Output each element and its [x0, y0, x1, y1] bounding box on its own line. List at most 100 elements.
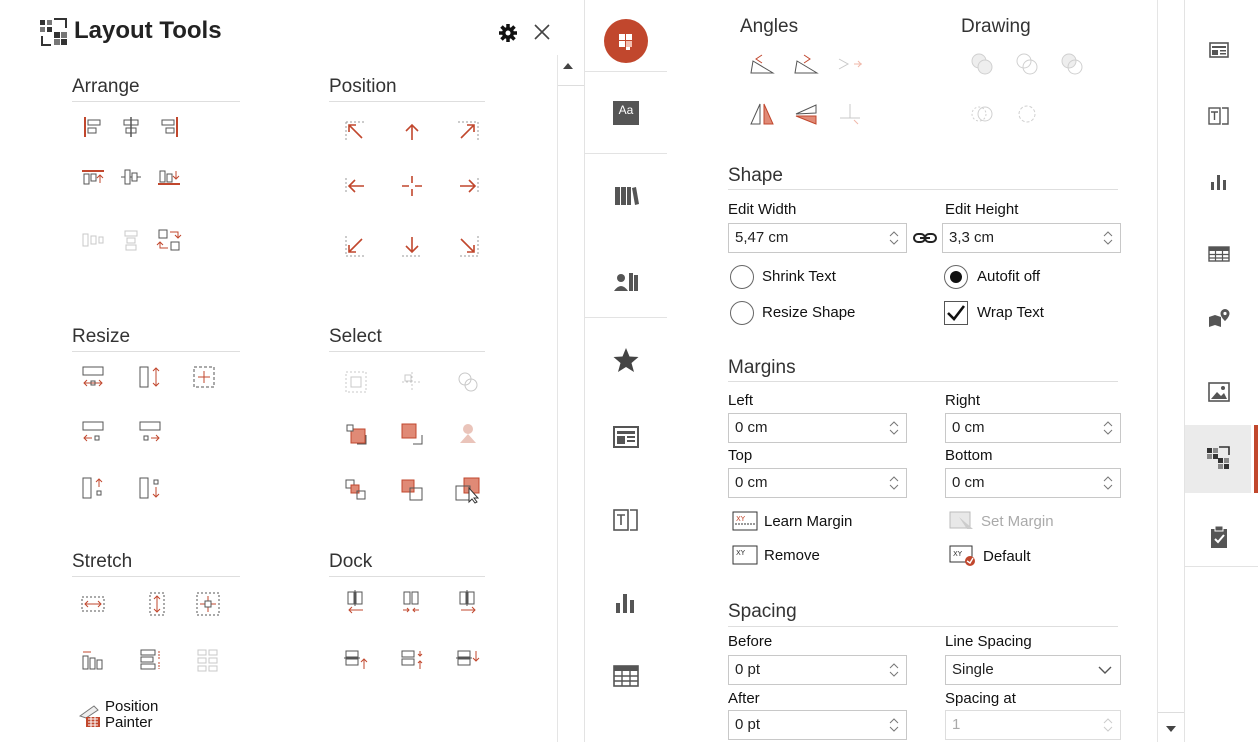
- dock-right-icon[interactable]: [454, 588, 482, 616]
- select-larger-icon[interactable]: [398, 420, 426, 448]
- margin-top-field[interactable]: 0 cm: [728, 468, 907, 498]
- position-painter-icon[interactable]: [76, 700, 104, 728]
- scrollbar[interactable]: [557, 55, 584, 742]
- align-right-icon[interactable]: [155, 113, 183, 141]
- sidebar-item-slide-layout[interactable]: [585, 396, 667, 478]
- flip-horizontal-icon[interactable]: [748, 100, 776, 128]
- resize-width-left-icon[interactable]: [79, 418, 107, 446]
- right-sidebar-item-clipboard[interactable]: [1187, 505, 1251, 569]
- sidebar-item-tables[interactable]: [585, 635, 667, 717]
- remove-margin-label: Remove: [764, 546, 820, 564]
- position-bottom-left-icon[interactable]: [342, 232, 370, 260]
- line-spacing-select[interactable]: Single: [945, 655, 1121, 685]
- sidebar-item-text-box[interactable]: [585, 479, 667, 561]
- resize-shape-radio[interactable]: [730, 301, 754, 325]
- star-icon: [613, 348, 639, 372]
- align-bottom-icon[interactable]: [155, 163, 183, 191]
- resize-height-top-icon[interactable]: [79, 474, 107, 502]
- scroll-down-icon[interactable]: [1166, 726, 1176, 732]
- stretch-vertical-icon[interactable]: [143, 590, 171, 618]
- right-sidebar-item-charts[interactable]: [1187, 150, 1251, 214]
- sidebar-item-people[interactable]: [585, 241, 667, 323]
- section-title-dock: Dock: [329, 551, 373, 572]
- dock-center-icon[interactable]: [398, 588, 426, 616]
- sidebar-item-favorites[interactable]: [585, 319, 667, 401]
- right-sidebar-item-layout-tools-active[interactable]: [1185, 425, 1258, 493]
- autofit-off-radio[interactable]: [944, 265, 968, 289]
- wrap-text-checkbox[interactable]: [944, 301, 968, 325]
- edit-width-label: Edit Width: [728, 201, 797, 218]
- edit-width-field[interactable]: 5,47 cm: [728, 223, 907, 253]
- flip-vertical-icon[interactable]: [792, 100, 820, 128]
- link-ratio-icon[interactable]: [912, 230, 938, 246]
- align-middle-icon[interactable]: [117, 163, 145, 191]
- align-top-icon[interactable]: [79, 163, 107, 191]
- swap-position-icon[interactable]: [155, 226, 183, 254]
- remove-margin-button[interactable]: XY Remove: [732, 545, 820, 565]
- line-spacing-label: Line Spacing: [945, 633, 1032, 650]
- position-left-icon[interactable]: [342, 172, 370, 200]
- right-sidebar-item-text-box[interactable]: [1187, 84, 1251, 148]
- learn-margin-button[interactable]: XY Learn Margin: [732, 511, 852, 531]
- right-sidebar-item-tables[interactable]: [1187, 222, 1251, 286]
- sidebar-item-library[interactable]: [585, 155, 667, 237]
- margin-left-field[interactable]: 0 cm: [728, 413, 907, 443]
- align-center-icon[interactable]: [117, 113, 145, 141]
- select-smaller-icon[interactable]: [342, 420, 370, 448]
- stretch-horizontal-icon[interactable]: [79, 590, 107, 618]
- sidebar-item-text-styles[interactable]: Aa: [585, 72, 667, 154]
- resize-height-bottom-icon[interactable]: [136, 474, 164, 502]
- right-sidebar-item-slide-layout[interactable]: [1187, 18, 1251, 82]
- select-overlapping-icon[interactable]: [342, 476, 370, 504]
- select-cursor-icon[interactable]: [454, 476, 482, 504]
- spinner-icon[interactable]: [888, 662, 900, 678]
- spinner-icon[interactable]: [1102, 420, 1114, 436]
- dock-left-icon[interactable]: [342, 588, 370, 616]
- margin-bottom-field[interactable]: 0 cm: [945, 468, 1121, 498]
- dock-top-icon[interactable]: [342, 646, 370, 674]
- position-bottom-right-icon[interactable]: [454, 232, 482, 260]
- shrink-text-radio[interactable]: [730, 265, 754, 289]
- spinner-icon[interactable]: [888, 420, 900, 436]
- position-top-left-icon[interactable]: [342, 118, 370, 146]
- sidebar-item-layout-tools[interactable]: [585, 0, 667, 82]
- stretch-both-icon[interactable]: [194, 590, 222, 618]
- dock-bottom-icon[interactable]: [454, 646, 482, 674]
- position-painter-button[interactable]: Position Painter: [105, 699, 158, 731]
- stretch-height-equal-icon[interactable]: [136, 646, 164, 674]
- rotate-right-icon[interactable]: [792, 50, 820, 78]
- spinner-icon[interactable]: [1102, 230, 1114, 246]
- position-top-icon[interactable]: [398, 118, 426, 146]
- resize-width-icon[interactable]: [79, 363, 107, 391]
- stretch-width-equal-icon[interactable]: [79, 646, 107, 674]
- right-panel-scrollbar[interactable]: [1157, 0, 1184, 742]
- right-sidebar-item-maps[interactable]: [1187, 286, 1251, 350]
- default-margin-button[interactable]: XY Default: [949, 545, 1031, 567]
- scroll-up-icon[interactable]: [563, 63, 573, 69]
- margin-right-field[interactable]: 0 cm: [945, 413, 1121, 443]
- spacing-before-field[interactable]: 0 pt: [728, 655, 907, 685]
- select-inside-icon[interactable]: [398, 476, 426, 504]
- spinner-icon[interactable]: [888, 717, 900, 733]
- rotate-left-icon[interactable]: [748, 50, 776, 78]
- spinner-icon[interactable]: [1102, 475, 1114, 491]
- position-top-right-icon[interactable]: [454, 118, 482, 146]
- autofit-off-label: Autofit off: [977, 268, 1041, 285]
- position-right-icon[interactable]: [454, 172, 482, 200]
- close-icon[interactable]: [530, 20, 554, 44]
- right-sidebar-item-images[interactable]: [1187, 360, 1251, 424]
- spacing-after-field[interactable]: 0 pt: [728, 710, 907, 740]
- position-center-icon[interactable]: [398, 172, 426, 200]
- position-bottom-icon[interactable]: [398, 232, 426, 260]
- sidebar-item-charts[interactable]: [585, 562, 667, 644]
- resize-width-right-icon[interactable]: [136, 418, 164, 446]
- spinner-icon[interactable]: [888, 475, 900, 491]
- edit-height-value: 3,3 cm: [949, 229, 995, 246]
- spinner-icon[interactable]: [888, 230, 900, 246]
- resize-both-icon[interactable]: [190, 363, 218, 391]
- dock-middle-icon[interactable]: [398, 646, 426, 674]
- resize-height-icon[interactable]: [136, 363, 164, 391]
- edit-height-field[interactable]: 3,3 cm: [942, 223, 1121, 253]
- align-left-icon[interactable]: [79, 113, 107, 141]
- gear-icon[interactable]: [497, 22, 519, 44]
